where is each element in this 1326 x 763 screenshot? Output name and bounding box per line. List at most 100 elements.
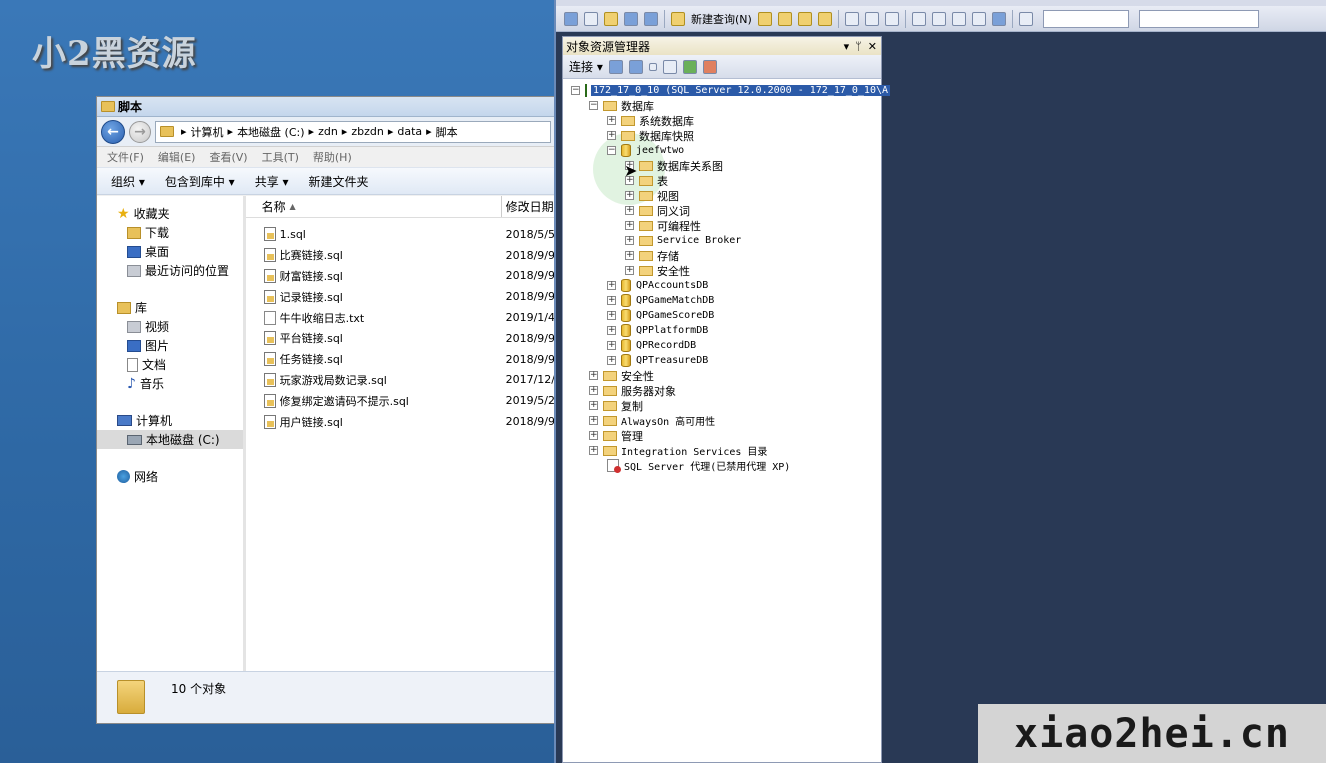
tree-node-db-jeefwtwo[interactable]: − jeefwtwo [563,143,881,158]
expand-icon[interactable]: + [607,281,616,290]
tree-node-server-folder[interactable]: + 服务器对象 [563,383,881,398]
cut-icon[interactable] [844,11,859,26]
add-item-icon[interactable] [584,11,598,26]
close-icon[interactable]: ✕ [868,40,877,53]
file-row[interactable]: 1.sql 2018/5/5 [246,224,555,245]
tree-node-server-folder[interactable]: + 复制 [563,398,881,413]
file-row[interactable]: 用户链接.sql 2018/9/9 [246,411,555,432]
expand-icon[interactable]: + [625,191,634,200]
tree-node-database[interactable]: + QPPlatformDB [563,323,881,338]
navigate-backward-icon[interactable] [951,11,966,26]
tree-node-database[interactable]: + QPGameMatchDB [563,293,881,308]
column-name-header[interactable]: 名称 ▲ [246,196,502,217]
expand-icon[interactable]: + [607,311,616,320]
breadcrumb-local-disk[interactable]: 本地磁盘 (C:) [237,124,304,140]
analysis-query-icon[interactable] [777,11,792,26]
save-all-icon[interactable] [644,11,658,26]
refresh-icon[interactable] [682,59,697,74]
tree-node-db-child[interactable]: + 视图 [563,188,881,203]
expand-icon[interactable]: + [589,431,598,440]
nav-network[interactable]: 网络 [97,467,243,486]
window-position-icon[interactable]: ▾ [844,40,850,53]
expand-icon[interactable]: + [589,386,598,395]
tree-node-server-folder[interactable]: + 安全性 [563,368,881,383]
expand-icon[interactable]: + [607,116,616,125]
tree-node-system-databases[interactable]: + 系统数据库 [563,113,881,128]
menu-edit[interactable]: 编辑(E) [158,149,196,165]
activity-icon[interactable] [702,59,717,74]
nav-music[interactable]: ♪ 音乐 [97,374,243,393]
tree-node-sql-agent[interactable]: SQL Server 代理(已禁用代理 XP) [563,458,881,473]
organize-button[interactable]: 组织 ▾ [111,173,145,190]
new-query-button[interactable]: 新建查询(N) [691,11,752,27]
file-row[interactable]: 玩家游戏局数记录.sql 2017/12/ [246,370,555,391]
navigate-forward-icon[interactable] [971,11,986,26]
redo-icon[interactable] [931,11,946,26]
tree-node-db-child[interactable]: + 存储 [563,248,881,263]
share-button[interactable]: 共享 ▾ [255,173,289,190]
nav-downloads[interactable]: 下载 [97,223,243,242]
tree-node-database-snapshots[interactable]: + 数据库快照 [563,128,881,143]
db-engine-query-icon[interactable] [757,11,772,26]
collapse-icon[interactable]: − [589,101,598,110]
expand-icon[interactable]: + [589,416,598,425]
expand-icon[interactable]: + [607,341,616,350]
menu-tools[interactable]: 工具(T) [262,149,299,165]
breadcrumb-zbzdn[interactable]: zbzdn [351,125,383,138]
expand-icon[interactable]: + [607,131,616,140]
breadcrumb-data[interactable]: data [397,125,422,138]
tree-node-server-folder[interactable]: + Integration Services 目录 [563,443,881,458]
nav-videos[interactable]: 视频 [97,317,243,336]
tree-node-database[interactable]: + QPAccountsDB [563,278,881,293]
file-row[interactable]: 记录链接.sql 2018/9/9 [246,286,555,307]
forward-button[interactable]: → [129,120,151,143]
paste-icon[interactable] [884,11,899,26]
nav-desktop[interactable]: 桌面 [97,242,243,261]
tree-node-server[interactable]: − 172_17_0_10 (SQL Server 12.0.2000 - 17… [563,83,891,98]
connect-button[interactable]: 连接 ▾ [569,58,603,75]
database-selector[interactable] [1042,9,1129,28]
expand-icon[interactable]: + [607,356,616,365]
file-row[interactable]: 牛牛收缩日志.txt 2019/1/4 [246,307,555,328]
tree-node-db-child[interactable]: + Service Broker [563,233,881,248]
nav-favorites[interactable]: ★ 收藏夹 [97,204,243,223]
include-in-library-button[interactable]: 包含到库中 ▾ [165,173,235,190]
copy-icon[interactable] [864,11,879,26]
breadcrumb-computer[interactable]: 计算机 [191,124,224,140]
undo-icon[interactable] [911,11,926,26]
execute-icon[interactable] [1018,11,1033,26]
expand-icon[interactable]: + [625,206,634,215]
stop-icon[interactable] [648,62,657,71]
tree-node-databases[interactable]: − 数据库 [563,98,881,113]
breadcrumb-zdn[interactable]: zdn [318,125,338,138]
tree-node-database[interactable]: + QPGameScoreDB [563,308,881,323]
tree-node-database[interactable]: + QPTreasureDB [563,353,881,368]
new-project-icon[interactable] [564,11,578,26]
expand-icon[interactable]: + [625,251,634,260]
disconnect-icon[interactable] [628,59,643,74]
expand-icon[interactable]: + [625,221,634,230]
file-row[interactable]: 比赛链接.sql 2018/9/9 [246,245,555,266]
expand-icon[interactable]: + [589,371,598,380]
tree-node-server-folder[interactable]: + AlwaysOn 高可用性 [563,413,881,428]
pin-icon[interactable]: ᛘ [855,40,862,53]
tree-node-db-child[interactable]: + 数据库关系图 [563,158,881,173]
nav-pictures[interactable]: 图片 [97,336,243,355]
nav-computer[interactable]: 计算机 [97,411,243,430]
file-row[interactable]: 任务链接.sql 2018/9/9 [246,349,555,370]
explorer-window[interactable]: 脚本 ← → ▸ 计算机 ▸ 本地磁盘 (C:) ▸ zdn ▸ zbzdn ▸… [96,96,556,724]
file-row[interactable]: 平台链接.sql 2018/9/9 [246,328,555,349]
nav-libraries[interactable]: 库 [97,298,243,317]
activity-monitor-icon[interactable] [991,11,1006,26]
expand-icon[interactable]: + [589,446,598,455]
menu-help[interactable]: 帮助(H) [313,149,352,165]
save-icon[interactable] [624,11,638,26]
search-combo[interactable] [1138,9,1259,28]
tree-node-database[interactable]: + QPRecordDB [563,338,881,353]
expand-icon[interactable]: + [589,401,598,410]
breadcrumb-scripts[interactable]: 脚本 [436,124,458,140]
tree-node-db-child[interactable]: + 同义词 [563,203,881,218]
back-button[interactable]: ← [101,119,125,144]
open-file-icon[interactable] [604,11,618,26]
address-bar[interactable]: ▸ 计算机 ▸ 本地磁盘 (C:) ▸ zdn ▸ zbzdn ▸ data ▸… [155,120,551,143]
